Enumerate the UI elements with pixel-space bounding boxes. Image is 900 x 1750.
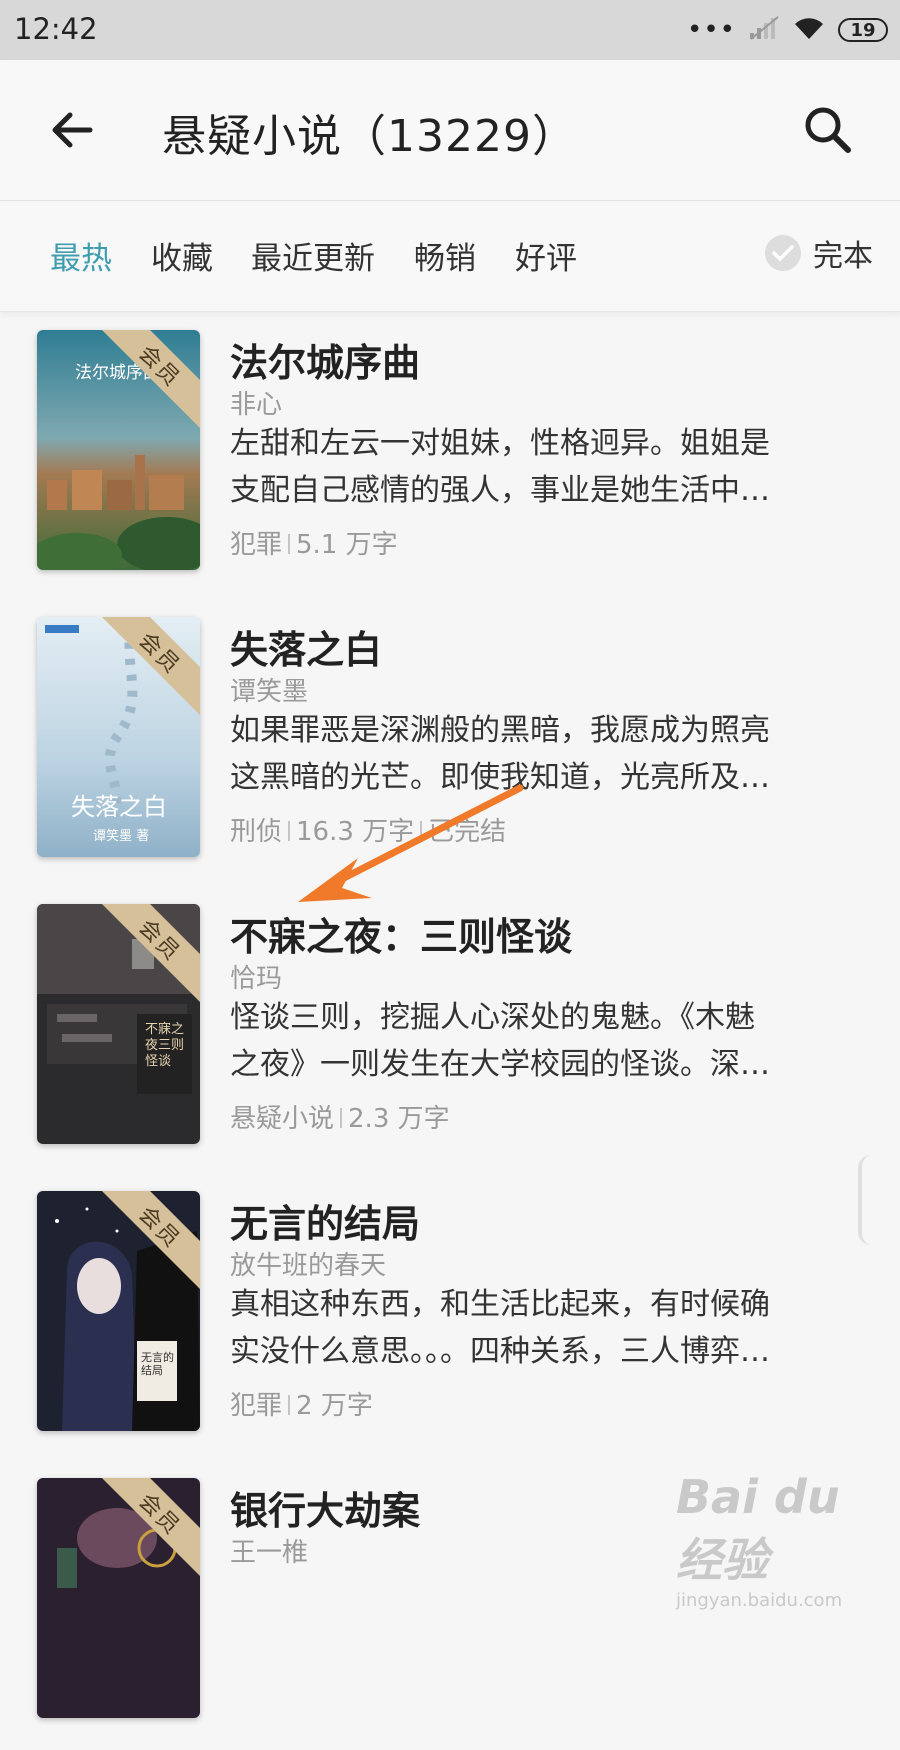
book-cover: 无言的结局 会员 xyxy=(37,1191,200,1431)
description-line: 之夜》一则发生在大学校园的怪谈。深… xyxy=(230,1047,770,1082)
list-item[interactable]: 不寐之夜三则怪谈 会员 不寐之夜：三则怪谈 恰玛 怪谈三则，挖掘人心深处的鬼魅。… xyxy=(0,886,900,1176)
book-title: 无言的结局 xyxy=(230,1202,421,1246)
cover-author-text: 谭笑墨 著 xyxy=(93,829,150,844)
tab-top-rated[interactable]: 好评 xyxy=(515,233,577,278)
book-cover: 法尔城序曲 会员 xyxy=(37,330,200,570)
status-icons: ••• 19 xyxy=(687,14,888,46)
tab-favorites[interactable]: 收藏 xyxy=(151,233,213,278)
cover-title-text: 不寐之夜三则怪谈 xyxy=(145,1022,185,1069)
book-cover: 不寐之夜三则怪谈 会员 xyxy=(37,904,200,1144)
book-category: 刑侦 xyxy=(230,817,283,847)
book-category: 悬疑小说 xyxy=(230,1104,335,1134)
back-arrow-icon xyxy=(52,112,93,148)
complete-filter-label: 完本 xyxy=(813,239,873,274)
watermark-logo: Bai du 经验 xyxy=(676,1470,840,1587)
battery-indicator: 19 xyxy=(838,18,888,42)
watermark: Bai du 经验 jingyan.baidu.com xyxy=(676,1470,900,1611)
book-description: 左甜和左云一对姐妹，性格迥异。姐姐是 支配自己感情的强人，事业是她生活中… xyxy=(230,420,850,514)
wifi-icon xyxy=(792,15,826,45)
meta-divider xyxy=(340,1108,343,1128)
status-bar: 12:42 ••• 19 xyxy=(0,0,900,60)
book-word-count: 2.3 万字 xyxy=(348,1104,450,1134)
book-meta: 犯罪 2 万字 xyxy=(230,1385,373,1422)
search-icon xyxy=(805,107,851,153)
tab-hottest[interactable]: 最热 xyxy=(50,233,112,278)
book-title: 法尔城序曲 xyxy=(230,341,421,385)
sort-tabs: 最热 收藏 最近更新 畅销 好评 完本 xyxy=(0,201,900,312)
check-icon xyxy=(765,235,801,271)
annotation-arrow-icon xyxy=(298,784,524,902)
tab-recently-updated[interactable]: 最近更新 xyxy=(251,233,375,278)
more-dots-icon: ••• xyxy=(686,15,736,45)
book-cover: 失落之白 谭笑墨 著 会员 xyxy=(37,617,200,857)
book-category: 犯罪 xyxy=(230,1391,283,1421)
description-line: 实没什么意思。。。四种关系，三人博弈… xyxy=(230,1334,770,1369)
tab-bestselling[interactable]: 畅销 xyxy=(414,233,476,278)
meta-divider xyxy=(288,534,291,554)
complete-filter-toggle[interactable]: 完本 xyxy=(765,231,873,275)
status-time: 12:42 xyxy=(14,12,98,46)
meta-divider xyxy=(288,1395,291,1415)
description-line: 左甜和左云一对姐妹，性格迥异。姐姐是 xyxy=(230,426,770,461)
scrollbar-handle[interactable] xyxy=(858,1155,884,1245)
book-meta: 悬疑小说 2.3 万字 xyxy=(230,1098,450,1135)
book-cover: 会员 xyxy=(37,1478,200,1718)
back-button[interactable] xyxy=(40,98,104,162)
book-category: 犯罪 xyxy=(230,530,283,560)
book-title: 银行大劫案 xyxy=(230,1489,421,1533)
book-word-count: 5.1 万字 xyxy=(296,530,398,560)
description-line: 如果罪恶是深渊般的黑暗，我愿成为照亮 xyxy=(230,713,770,748)
signal-icon xyxy=(748,15,780,45)
description-line: 支配自己感情的强人，事业是她生活中… xyxy=(230,473,770,508)
list-item[interactable]: 无言的结局 会员 无言的结局 放牛班的春天 真相这种东西，和生活比起来，有时候确… xyxy=(0,1173,900,1463)
page-title: 悬疑小说（13229） xyxy=(162,111,577,162)
cover-title-text: 失落之白 xyxy=(71,793,167,821)
book-author: 谭笑墨 xyxy=(230,677,309,707)
search-button[interactable] xyxy=(796,98,860,162)
book-description: 真相这种东西，和生活比起来，有时候确 实没什么意思。。。四种关系，三人博弈… xyxy=(230,1281,850,1375)
app-header: 悬疑小说（13229） xyxy=(0,60,900,201)
description-line: 怪谈三则，挖掘人心深处的鬼魅。《木魅 xyxy=(230,1000,755,1035)
list-item[interactable]: 法尔城序曲 会员 法尔城序曲 非心 左甜和左云一对姐妹，性格迥异。姐姐是 支配自… xyxy=(0,312,900,602)
description-line: 真相这种东西，和生活比起来，有时候确 xyxy=(230,1287,770,1322)
book-description: 怪谈三则，挖掘人心深处的鬼魅。《木魅 之夜》一则发生在大学校园的怪谈。深… xyxy=(230,994,850,1088)
book-author: 恰玛 xyxy=(230,964,283,994)
book-meta: 犯罪 5.1 万字 xyxy=(230,524,398,561)
book-author: 非心 xyxy=(230,390,283,420)
book-author: 放牛班的春天 xyxy=(230,1251,387,1281)
book-title: 失落之白 xyxy=(230,628,383,672)
book-word-count: 2 万字 xyxy=(296,1391,373,1421)
book-author: 王一椎 xyxy=(230,1538,309,1568)
watermark-url: jingyan.baidu.com xyxy=(676,1590,843,1611)
cover-title-text: 无言的结局 xyxy=(141,1351,174,1377)
